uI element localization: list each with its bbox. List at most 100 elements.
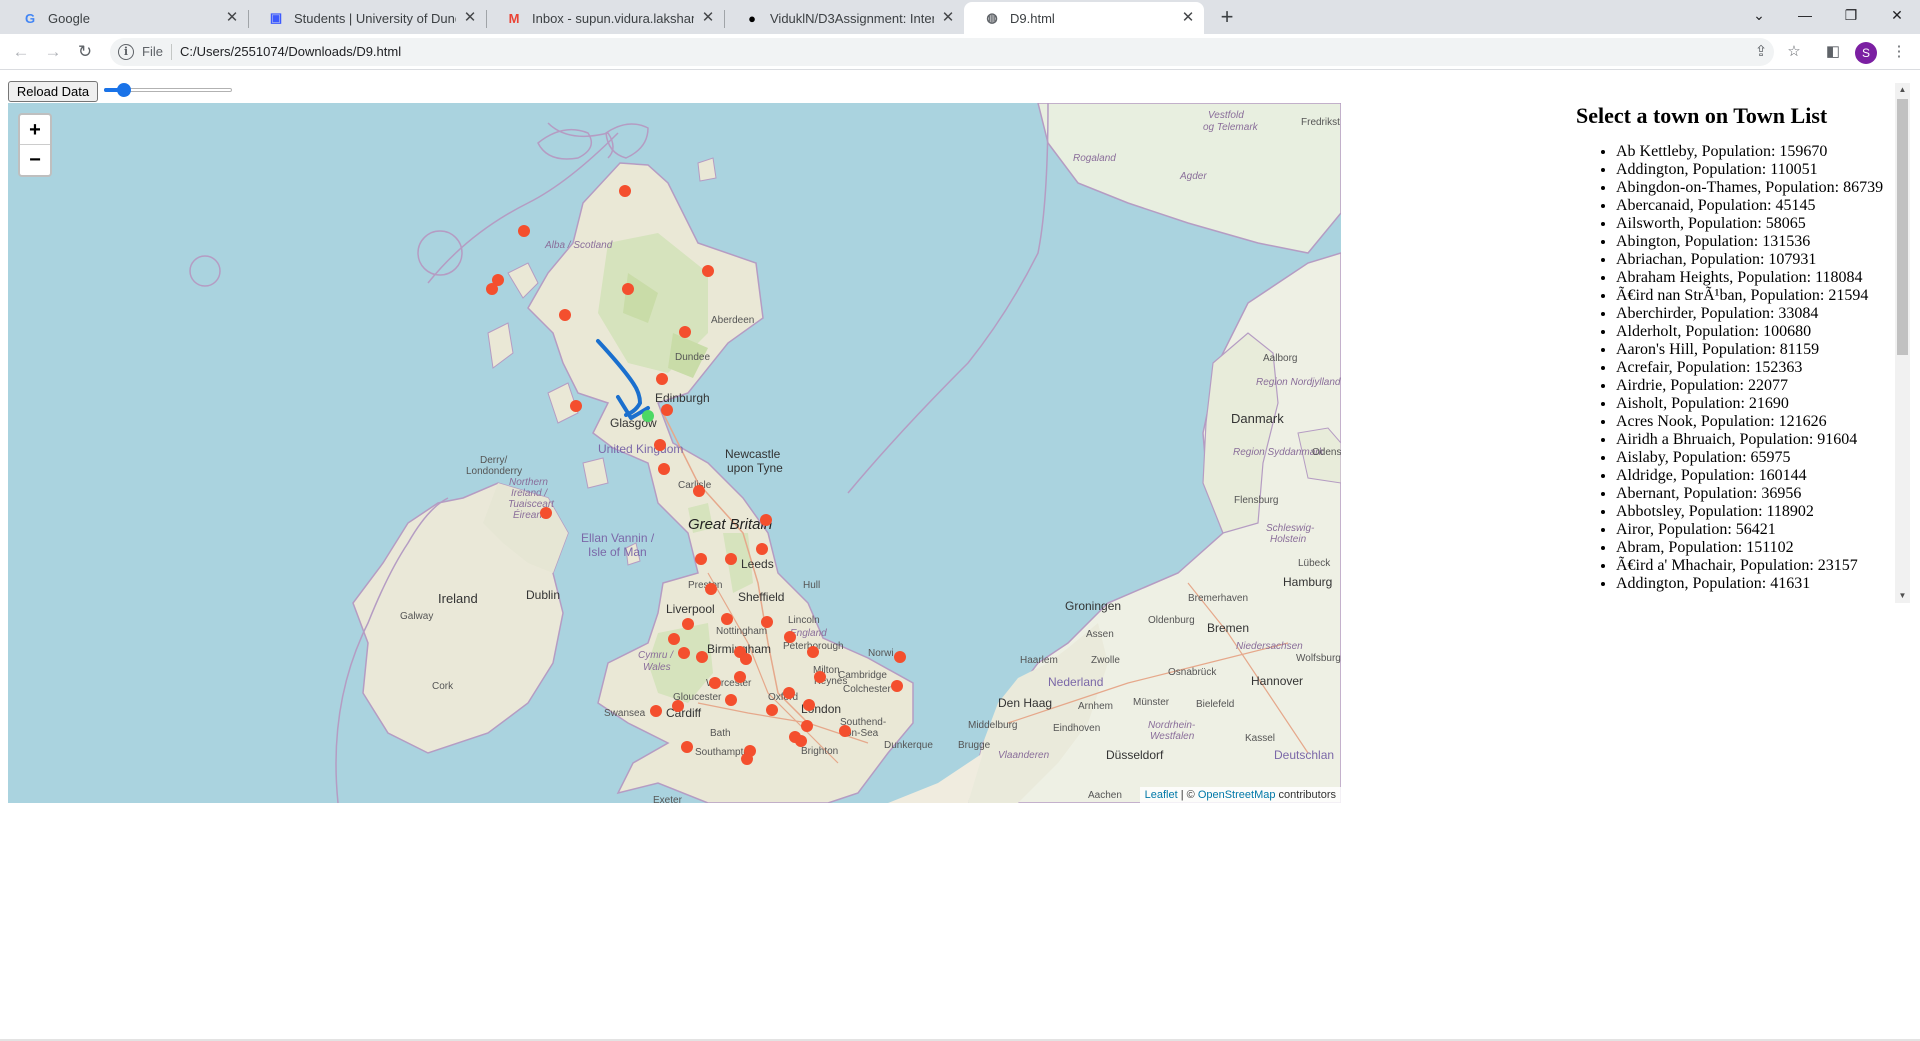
window-close-button[interactable]: ✕ bbox=[1874, 0, 1920, 30]
town-marker[interactable] bbox=[741, 753, 753, 765]
town-list-item[interactable]: Airor, Population: 56421 bbox=[1616, 521, 1898, 539]
new-tab-button[interactable]: + bbox=[1214, 5, 1240, 31]
town-list-item[interactable]: Aisholt, Population: 21690 bbox=[1616, 395, 1898, 413]
town-marker[interactable] bbox=[695, 553, 707, 565]
town-marker[interactable] bbox=[734, 671, 746, 683]
town-marker[interactable] bbox=[693, 485, 705, 497]
town-marker[interactable] bbox=[682, 618, 694, 630]
town-list-item[interactable]: Abington, Population: 131536 bbox=[1616, 233, 1898, 251]
town-marker[interactable] bbox=[650, 705, 662, 717]
town-list-item[interactable]: Alderholt, Population: 100680 bbox=[1616, 323, 1898, 341]
town-list-item[interactable]: Aaron's Hill, Population: 81159 bbox=[1616, 341, 1898, 359]
town-marker[interactable] bbox=[721, 613, 733, 625]
tab-search-chevron-icon[interactable]: ⌄ bbox=[1736, 0, 1782, 30]
town-marker[interactable] bbox=[672, 700, 684, 712]
close-icon[interactable]: ✕ bbox=[1180, 10, 1196, 26]
zoom-in-button[interactable]: + bbox=[20, 115, 50, 145]
town-marker[interactable] bbox=[681, 741, 693, 753]
town-marker[interactable] bbox=[705, 583, 717, 595]
town-marker[interactable] bbox=[740, 653, 752, 665]
tab-d9-active[interactable]: ◍ D9.html ✕ bbox=[964, 2, 1204, 34]
forward-button[interactable]: → bbox=[40, 39, 66, 65]
town-list-item[interactable]: Ã€ird a' Mhachair, Population: 23157 bbox=[1616, 557, 1898, 575]
town-list-item[interactable]: Aislaby, Population: 65975 bbox=[1616, 449, 1898, 467]
town-marker[interactable] bbox=[658, 463, 670, 475]
minimize-button[interactable]: — bbox=[1782, 0, 1828, 30]
address-bar[interactable]: i File C:/Users/2551074/Downloads/D9.htm… bbox=[110, 38, 1774, 66]
tab-gmail[interactable]: M Inbox - supun.vidura.lakshan@gmail.com… bbox=[486, 2, 724, 34]
profile-avatar[interactable]: S bbox=[1855, 42, 1877, 64]
town-marker[interactable] bbox=[814, 671, 826, 683]
town-marker[interactable] bbox=[654, 439, 666, 451]
town-list-item[interactable]: Acrefair, Population: 152363 bbox=[1616, 359, 1898, 377]
town-list-item[interactable]: Airidh a Bhruaich, Population: 91604 bbox=[1616, 431, 1898, 449]
town-marker[interactable] bbox=[668, 633, 680, 645]
town-list-item[interactable]: Ab Kettleby, Population: 159670 bbox=[1616, 143, 1898, 161]
town-marker[interactable] bbox=[679, 326, 691, 338]
town-marker[interactable] bbox=[619, 185, 631, 197]
town-list-item[interactable]: Aberchirder, Population: 33084 bbox=[1616, 305, 1898, 323]
leaflet-map[interactable]: Vestfold og Telemark Fredrikst Rogaland … bbox=[8, 103, 1341, 803]
town-marker[interactable] bbox=[894, 651, 906, 663]
town-list-item[interactable]: Abbotsley, Population: 118902 bbox=[1616, 503, 1898, 521]
town-list-scrollbar[interactable]: ▲ ▼ bbox=[1895, 83, 1910, 603]
side-panel-icon[interactable]: ◧ bbox=[1820, 39, 1846, 65]
town-marker[interactable] bbox=[801, 720, 813, 732]
town-list-item[interactable]: Ailsworth, Population: 58065 bbox=[1616, 215, 1898, 233]
info-icon[interactable]: i bbox=[118, 44, 134, 60]
town-marker[interactable] bbox=[622, 283, 634, 295]
town-marker[interactable] bbox=[760, 514, 772, 526]
town-marker[interactable] bbox=[761, 616, 773, 628]
town-marker[interactable] bbox=[696, 651, 708, 663]
town-marker[interactable] bbox=[839, 725, 851, 737]
town-marker[interactable] bbox=[486, 283, 498, 295]
tab-google[interactable]: G Google ✕ bbox=[2, 2, 248, 34]
bookmark-star-icon[interactable]: ☆ bbox=[1781, 39, 1807, 65]
town-marker[interactable] bbox=[559, 309, 571, 321]
scrollbar-thumb[interactable] bbox=[1897, 99, 1908, 355]
restore-button[interactable]: ❐ bbox=[1828, 0, 1874, 30]
town-marker[interactable] bbox=[766, 704, 778, 716]
scroll-up-icon[interactable]: ▲ bbox=[1895, 83, 1910, 97]
close-icon[interactable]: ✕ bbox=[462, 10, 478, 26]
town-marker[interactable] bbox=[784, 631, 796, 643]
osm-link[interactable]: OpenStreetMap bbox=[1198, 789, 1276, 801]
url-text[interactable]: C:/Users/2551074/Downloads/D9.html bbox=[180, 44, 401, 59]
town-marker[interactable] bbox=[656, 373, 668, 385]
town-list-item[interactable]: Addington, Population: 110051 bbox=[1616, 161, 1898, 179]
town-marker[interactable] bbox=[702, 265, 714, 277]
town-list-item[interactable]: Aldridge, Population: 160144 bbox=[1616, 467, 1898, 485]
close-icon[interactable]: ✕ bbox=[700, 10, 716, 26]
share-icon[interactable]: ⇪ bbox=[1748, 39, 1774, 65]
reload-data-button[interactable]: Reload Data bbox=[8, 81, 98, 102]
selected-town-marker[interactable] bbox=[642, 410, 654, 422]
town-list-item[interactable]: Abingdon-on-Thames, Population: 86739 bbox=[1616, 179, 1898, 197]
town-list-panel[interactable]: Select a town on Town List Ab Kettleby, … bbox=[1576, 93, 1898, 613]
zoom-out-button[interactable]: − bbox=[20, 145, 50, 175]
town-marker[interactable] bbox=[725, 553, 737, 565]
tab-github[interactable]: ● ViduklN/D3Assignment: Interactive ✕ bbox=[724, 2, 964, 34]
town-marker[interactable] bbox=[807, 646, 819, 658]
scroll-down-icon[interactable]: ▼ bbox=[1895, 589, 1910, 603]
town-list-item[interactable]: Abram, Population: 151102 bbox=[1616, 539, 1898, 557]
close-icon[interactable]: ✕ bbox=[940, 10, 956, 26]
town-marker[interactable] bbox=[725, 694, 737, 706]
town-marker[interactable] bbox=[540, 507, 552, 519]
town-count-slider[interactable] bbox=[104, 83, 232, 97]
town-marker[interactable] bbox=[570, 400, 582, 412]
town-list-item[interactable]: Abraham Heights, Population: 118084 bbox=[1616, 269, 1898, 287]
slider-thumb[interactable] bbox=[117, 83, 132, 97]
menu-kebab-icon[interactable]: ⋮ bbox=[1886, 39, 1912, 65]
town-list-item[interactable]: Addington, Population: 41631 bbox=[1616, 575, 1898, 593]
town-list-item[interactable]: Abernant, Population: 36956 bbox=[1616, 485, 1898, 503]
close-icon[interactable]: ✕ bbox=[224, 10, 240, 26]
town-marker[interactable] bbox=[678, 647, 690, 659]
town-marker[interactable] bbox=[661, 404, 673, 416]
tab-university[interactable]: ▣ Students | University of Dundee, UK ✕ bbox=[248, 2, 486, 34]
town-marker[interactable] bbox=[756, 543, 768, 555]
town-marker[interactable] bbox=[518, 225, 530, 237]
town-marker[interactable] bbox=[803, 699, 815, 711]
town-marker[interactable] bbox=[783, 687, 795, 699]
back-button[interactable]: ← bbox=[8, 39, 34, 65]
town-marker[interactable] bbox=[891, 680, 903, 692]
